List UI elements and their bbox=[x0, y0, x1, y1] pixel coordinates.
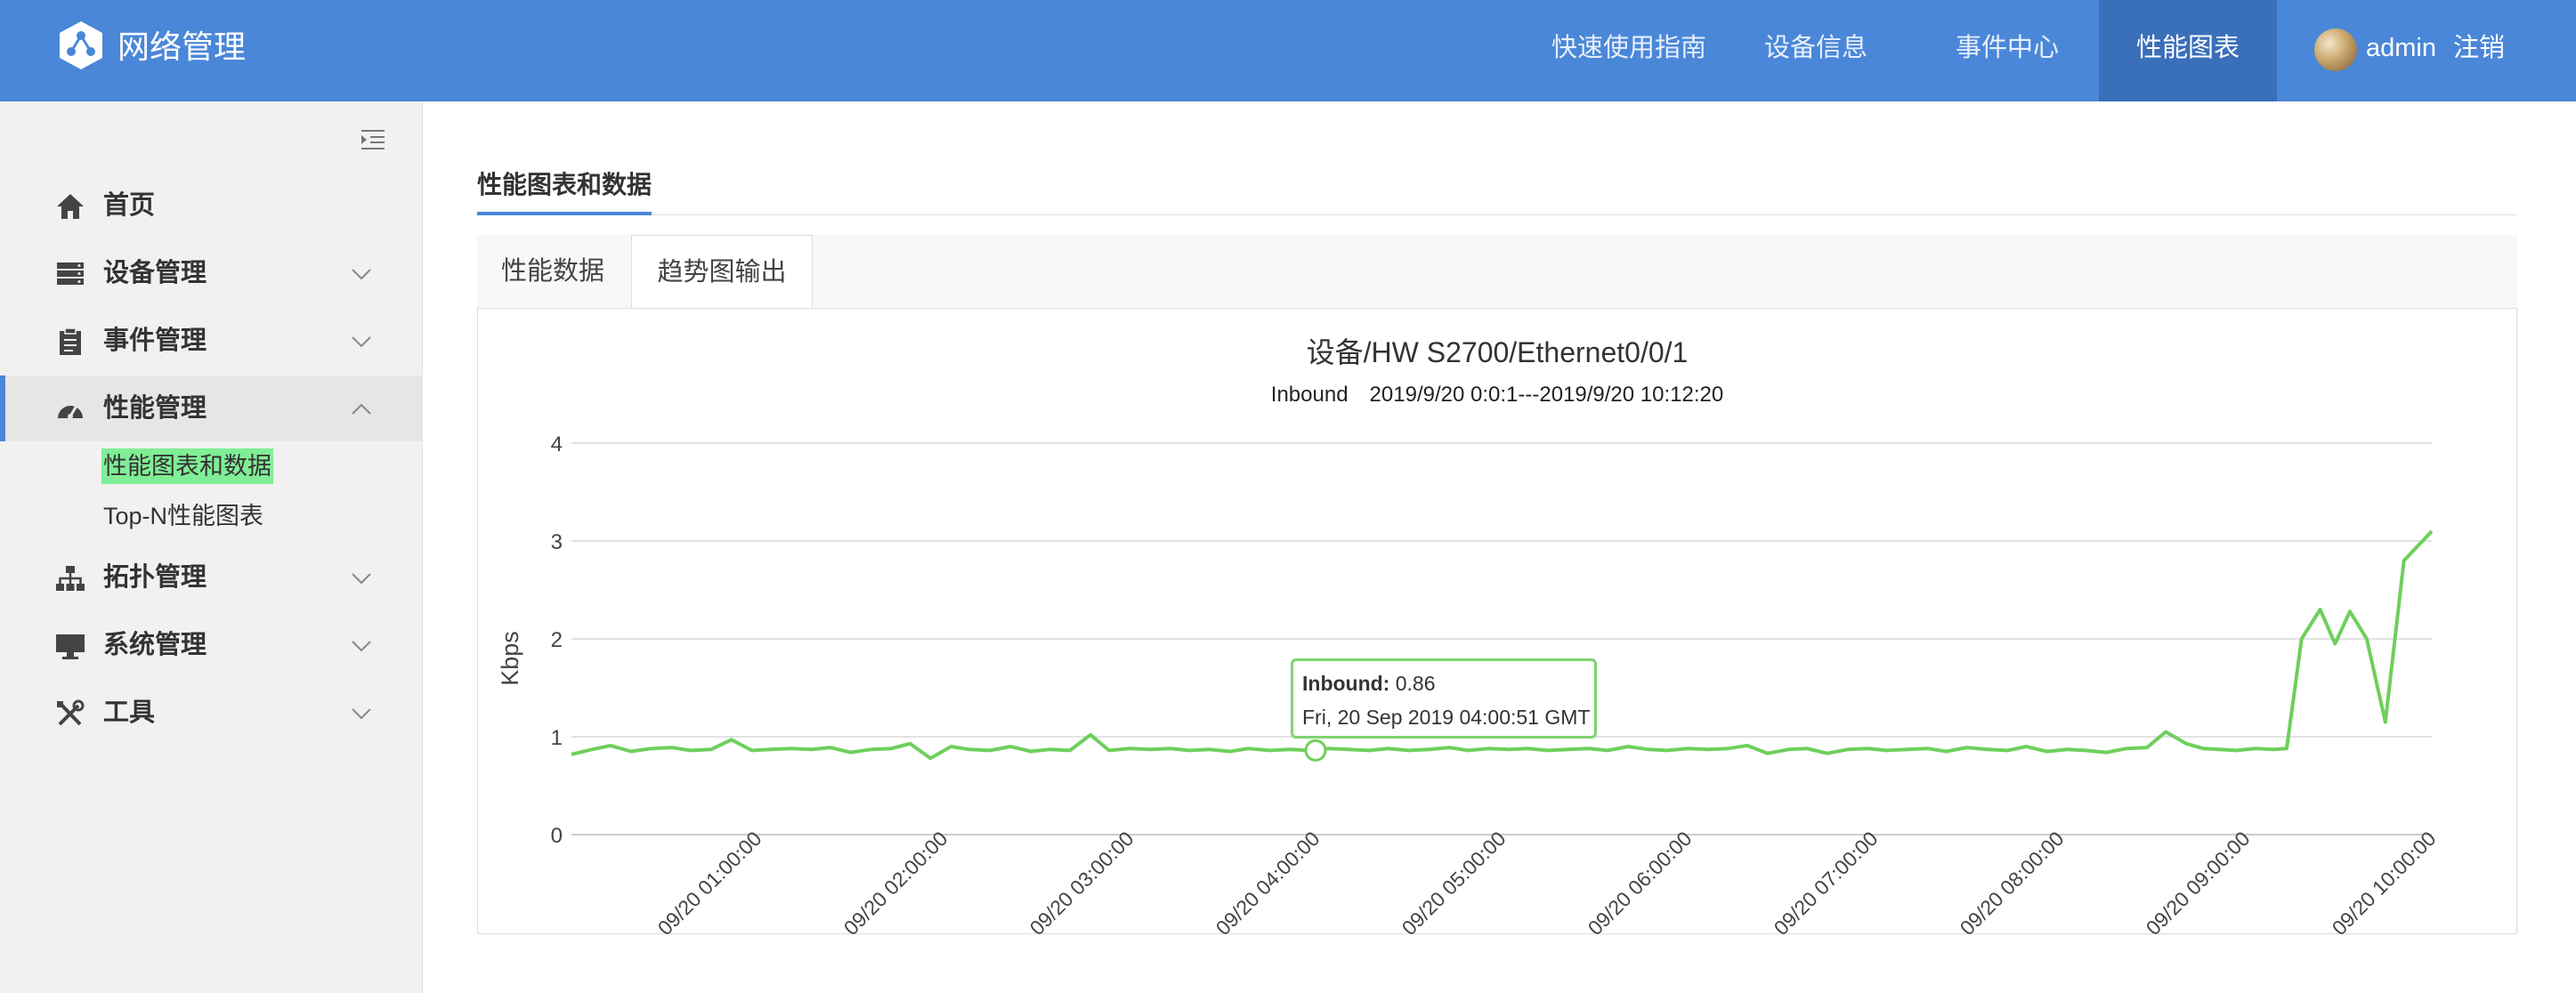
x-tick-label: 09/20 03:00:00 bbox=[1025, 827, 1138, 940]
x-tick-label: 09/20 05:00:00 bbox=[1397, 827, 1511, 940]
tooltip-value: 0.86 bbox=[1395, 672, 1436, 695]
highlight-point bbox=[1304, 739, 1327, 762]
trend-chart: 0 1 2 3 4 Kbps 09/20 01:00:00 09/20 02:00:00 09/… bbox=[497, 432, 2441, 940]
tooltip-time: Fri, 20 Sep 2019 04:00:51 GMT bbox=[1302, 706, 1591, 729]
x-tick-label: 09/20 02:00:00 bbox=[839, 827, 952, 940]
y-tick-label: 2 bbox=[551, 628, 563, 652]
x-tick-label: 09/20 01:00:00 bbox=[653, 827, 766, 940]
y-axis-label: Kbps bbox=[497, 631, 523, 686]
y-tick-label: 1 bbox=[551, 726, 563, 750]
y-tick-label: 0 bbox=[551, 824, 563, 848]
x-tick-label: 09/20 09:00:00 bbox=[2142, 827, 2255, 940]
tooltip-series-label: Inbound: bbox=[1302, 672, 1390, 695]
x-tick-label: 09/20 08:00:00 bbox=[1956, 827, 2069, 940]
x-tick-label: 09/20 06:00:00 bbox=[1584, 827, 1697, 940]
x-tick-label: 09/20 10:00:00 bbox=[2328, 827, 2441, 940]
chart-tooltip: Inbound: 0.86 Fri, 20 Sep 2019 04:00:51 … bbox=[1291, 658, 1597, 739]
y-tick-label: 4 bbox=[551, 432, 563, 456]
tooltip-value-line: Inbound: 0.86 bbox=[1302, 672, 1436, 696]
x-tick-label: 09/20 04:00:00 bbox=[1211, 827, 1324, 940]
x-tick-label: 09/20 07:00:00 bbox=[1770, 827, 1883, 940]
y-tick-label: 3 bbox=[551, 530, 563, 554]
